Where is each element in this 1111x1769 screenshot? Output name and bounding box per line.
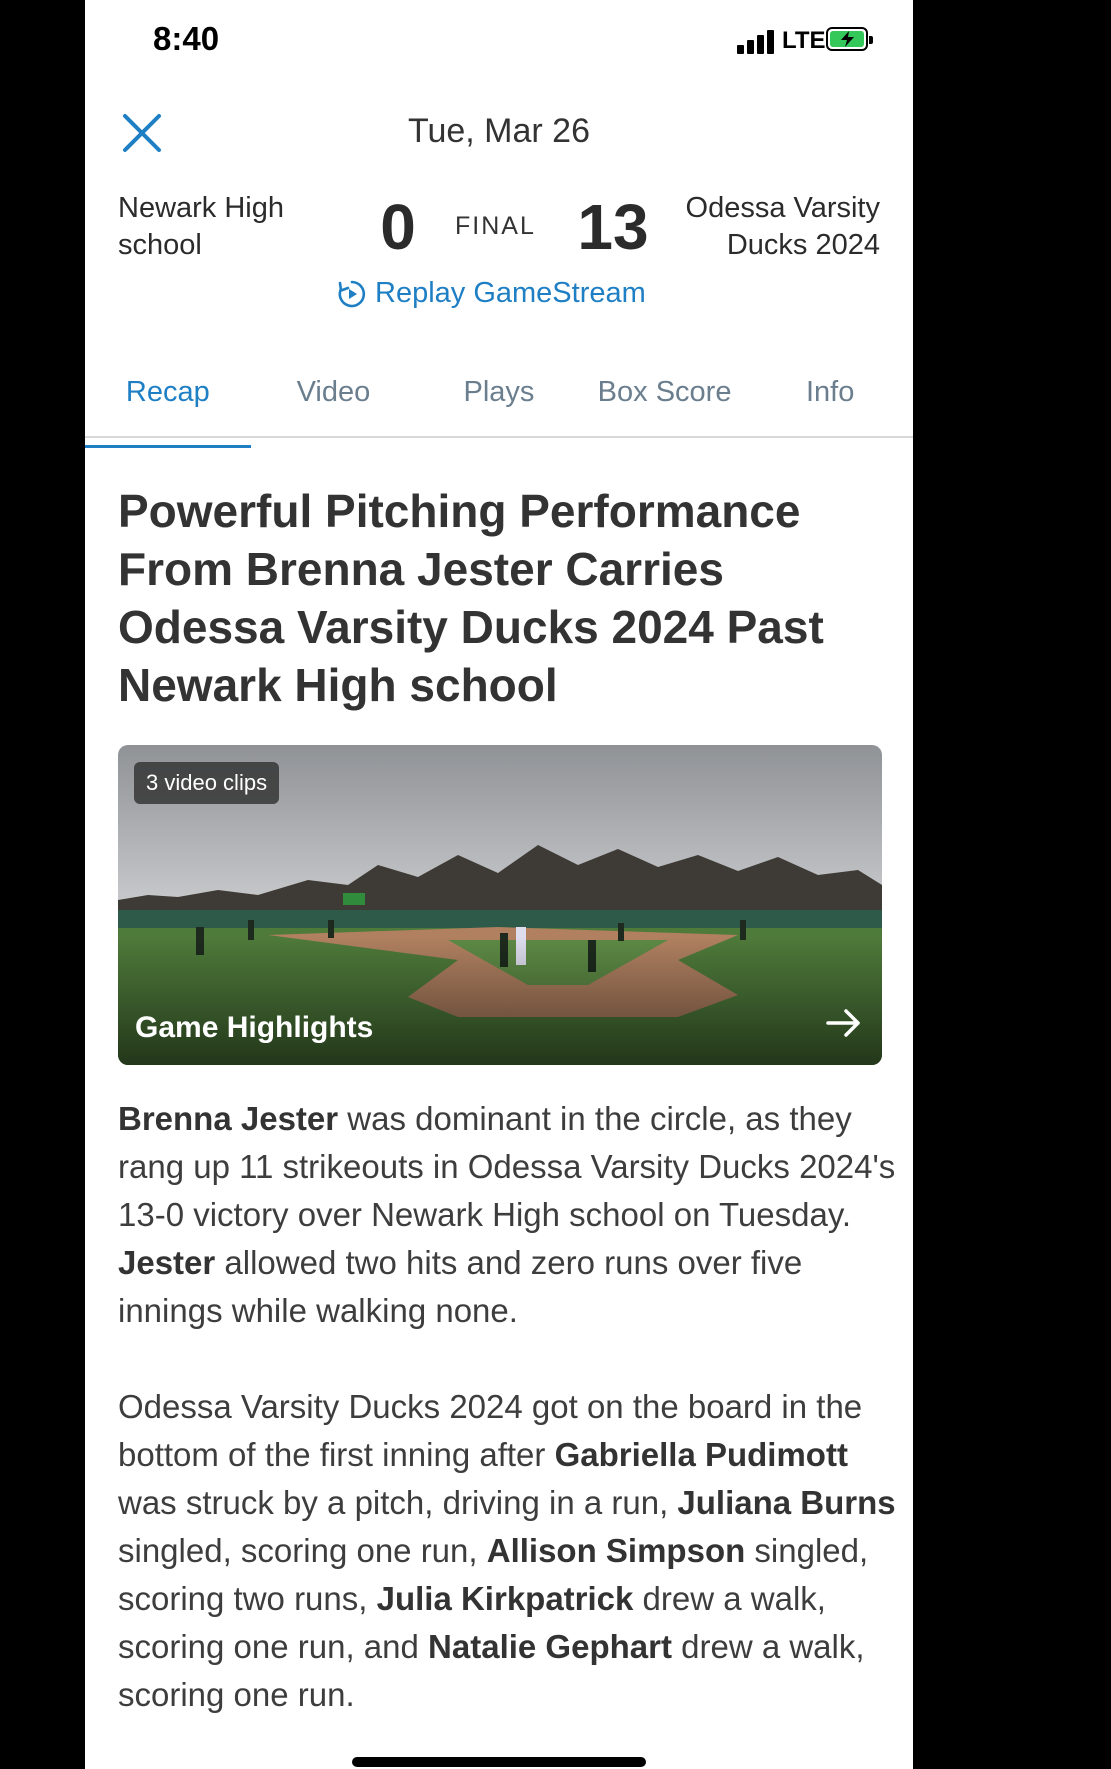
player-name[interactable]: Natalie Gephart [428,1628,672,1665]
article-paragraph-2: Odessa Varsity Ducks 2024 got on the boa… [118,1388,896,1713]
away-score: 13 [577,191,649,263]
article-headline: Powerful Pitching Performance From Brenn… [118,485,824,711]
network-label: LTE [782,27,826,54]
game-date: Tue, Mar 26 [407,112,591,150]
away-team-line2: Ducks 2024 [726,229,880,261]
tab-video[interactable]: Video [251,360,417,436]
tab-plays[interactable]: Plays [416,360,582,436]
home-score: 0 [380,191,416,263]
close-button[interactable] [121,112,163,154]
battery-icon [826,27,873,51]
status-bar: 8:40 LTE [85,0,913,80]
tab-recap[interactable]: Recap [85,360,251,448]
away-team-name[interactable]: Odessa Varsity Ducks 2024 [650,190,880,264]
status-time: 8:40 [153,20,220,57]
article-paragraph-1: Brenna Jester was dominant in the circle… [118,1100,896,1329]
player-name[interactable]: Brenna Jester [118,1100,338,1137]
replay-label: Replay GameStream [375,277,646,309]
video-clips-badge: 3 video clips [134,762,280,804]
player-name[interactable]: Julia Kirkpatrick [377,1580,634,1617]
highlights-label: Game Highlights [135,1011,374,1044]
tab-bar: Recap Video Plays Box Score Info [85,360,913,448]
home-team-name[interactable]: Newark High school [118,190,318,264]
close-icon [123,114,161,152]
replay-gamestream-link[interactable]: Replay GameStream [337,277,646,310]
signal-icon [737,30,777,54]
tab-box-score[interactable]: Box Score [582,360,748,436]
home-indicator[interactable] [352,1757,646,1767]
away-team-line1: Odessa Varsity [685,192,880,224]
article-body: Brenna Jester was dominant in the circle… [118,1095,898,1767]
player-name[interactable]: Allison Simpson [487,1532,746,1569]
tab-info[interactable]: Info [747,360,913,436]
player-name[interactable]: Juliana Burns [677,1484,895,1521]
replay-icon [338,280,366,307]
game-highlights-card[interactable]: 3 video clips Game Highlights [118,745,882,1065]
app-screen: 8:40 LTE Tue, Mar 26 Newark High school … [85,0,913,1769]
game-status: FINAL [455,212,536,240]
player-name[interactable]: Jester [118,1244,215,1281]
arrow-right-icon [826,1009,860,1037]
player-name[interactable]: Gabriella Pudimott [555,1436,848,1473]
